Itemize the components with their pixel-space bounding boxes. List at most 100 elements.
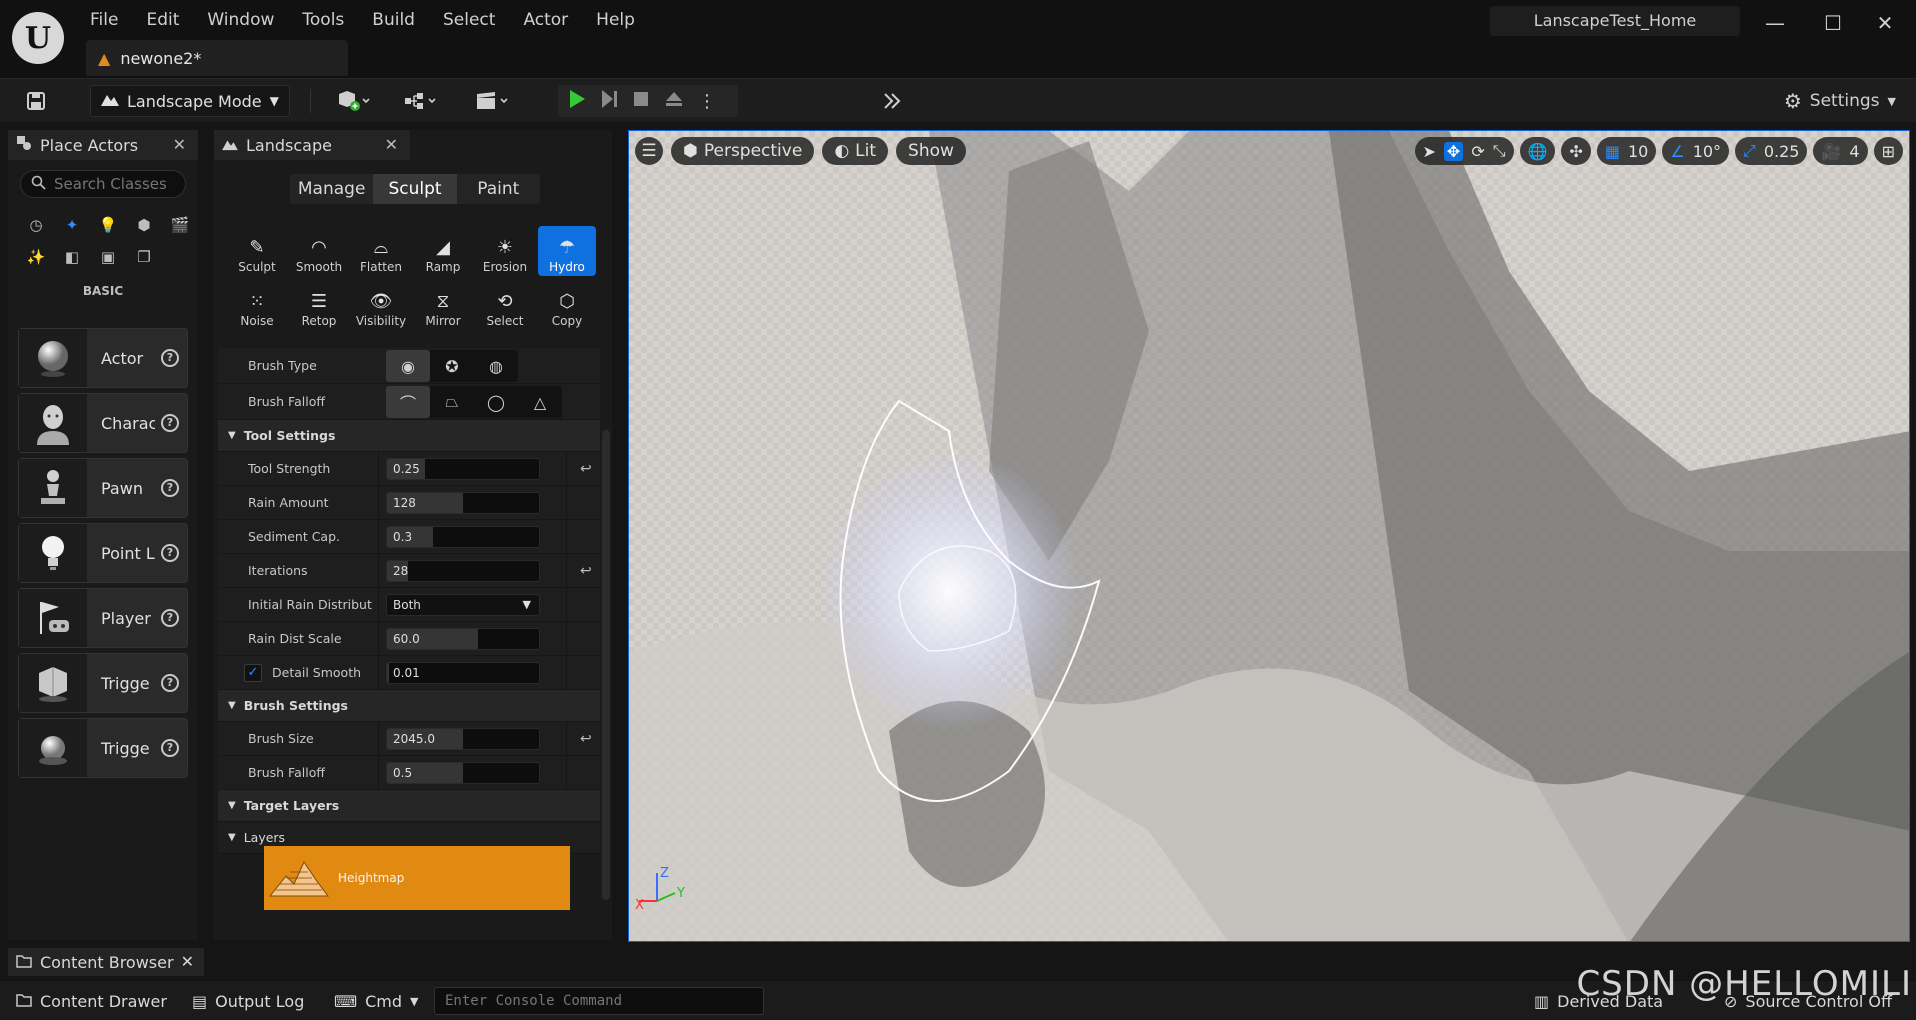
select-cursor-icon[interactable]: ➤ [1423,142,1436,161]
actor-item[interactable]: Pawn ? [18,458,188,518]
lit-button[interactable]: ◐ Lit [822,137,889,165]
spherical-falloff-icon[interactable]: ◯ [474,386,518,418]
menu-edit[interactable]: Edit [132,8,193,32]
property-value-field[interactable]: 2045.0 [386,727,540,750]
tool-sculpt[interactable]: ✎ Sculpt [228,226,286,276]
close-button[interactable]: ✕ [1870,10,1900,36]
console-command-input[interactable] [434,987,764,1015]
add-actor-icon[interactable] [330,85,378,117]
actor-item[interactable]: Actor ? [18,328,188,388]
basic-shapes-icon[interactable]: ✦ [58,212,86,238]
cmd-button[interactable]: ⌨ Cmd ▼ [334,987,418,1015]
step-icon[interactable] [600,89,618,113]
menu-tools[interactable]: Tools [288,8,358,32]
landscape-scrollbar[interactable] [602,430,610,900]
property-value-field[interactable]: 0.01 [386,661,540,684]
geometry-icon[interactable]: ◧ [58,244,86,270]
surface-snap-toggle[interactable]: ✣ [1561,137,1591,165]
document-tab[interactable]: ▲ newone2* [86,40,348,76]
cinematics-icon[interactable] [468,85,516,117]
mode-select[interactable]: Landscape Mode ▼ [90,85,290,117]
menu-file[interactable]: File [76,8,132,32]
help-icon[interactable]: ? [161,479,179,497]
shapes-icon[interactable]: ⬢ [130,212,158,238]
content-drawer-button[interactable]: Content Drawer [16,987,167,1015]
actor-item[interactable]: Player ? [18,588,188,648]
world-local-toggle[interactable]: 🌐 [1519,137,1556,165]
search-classes-input[interactable] [54,175,184,193]
viewport-menu-button[interactable]: ☰ [635,137,663,165]
visual-effects-icon[interactable]: ✨ [22,244,50,270]
all-classes-icon[interactable]: ❐ [130,244,158,270]
help-icon[interactable]: ? [161,544,179,562]
save-icon[interactable] [22,85,50,117]
grid-snap-control[interactable]: ▦ 10 [1596,137,1657,165]
maximize-button[interactable]: ☐ [1818,10,1848,36]
menu-help[interactable]: Help [582,8,649,32]
more-options-icon[interactable]: ⋮ [698,91,716,112]
linear-falloff-icon[interactable]: ⏢ [430,386,474,418]
menu-build[interactable]: Build [358,8,429,32]
property-value-field[interactable]: 0.25 [386,457,540,480]
tab-sculpt[interactable]: Sculpt [373,174,457,204]
tool-hydro[interactable]: ☂ Hydro [538,226,596,276]
tool-ramp[interactable]: ◢ Ramp [414,226,472,276]
blueprint-icon[interactable] [396,85,444,117]
actor-item[interactable]: Point L ? [18,523,188,583]
rotate-icon[interactable]: ⟳ [1471,142,1484,161]
tool-copy[interactable]: ⬡ Copy [538,280,596,330]
show-button[interactable]: Show [896,137,966,165]
close-icon[interactable]: ✕ [385,135,398,154]
help-icon[interactable]: ? [161,414,179,432]
pattern-brush-icon[interactable]: ◍ [474,350,518,382]
minimize-button[interactable]: — [1760,10,1790,36]
property-value-field[interactable]: 28 [386,559,540,582]
tab-manage[interactable]: Manage [290,174,373,204]
close-icon[interactable]: ✕ [181,952,194,971]
property-dropdown[interactable]: Both ▼ [386,593,540,616]
checkbox[interactable]: ✓ [244,663,262,682]
actor-item[interactable]: Charac ? [18,393,188,453]
level-viewport[interactable]: ☰ ⬢ Perspective ◐ Lit Show ➤ ✥ ⟳ ⤡ 🌐 ✣ ▦… [628,130,1910,942]
viewport-layout-button[interactable]: ⊞ [1873,137,1903,165]
reset-to-default-icon[interactable]: ↩ [580,563,592,579]
close-icon[interactable]: ✕ [173,135,186,154]
actor-item[interactable]: Trigge ? [18,653,188,713]
reset-to-default-icon[interactable]: ↩ [580,731,592,747]
expand-toolbar-icon[interactable] [880,85,904,117]
brush-settings-header[interactable]: ▼ Brush Settings [218,690,600,722]
place-actors-tab[interactable]: Place Actors ✕ [8,130,198,160]
target-layers-header[interactable]: ▼ Target Layers [218,790,600,822]
perspective-button[interactable]: ⬢ Perspective [671,137,815,165]
tool-retop[interactable]: ☰ Retop [290,280,348,330]
menu-actor[interactable]: Actor [509,8,582,32]
reset-to-default-icon[interactable]: ↩ [580,461,592,477]
camera-speed-control[interactable]: 🎥 4 [1813,137,1868,165]
scale-icon[interactable]: ⤡ [1493,141,1506,161]
tool-settings-header[interactable]: ▼ Tool Settings [218,420,600,452]
stop-icon[interactable] [632,90,650,112]
settings-button[interactable]: ⚙ Settings ▼ [1784,85,1896,117]
tool-mirror[interactable]: ⧖ Mirror [414,280,472,330]
volumes-icon[interactable]: ▣ [94,244,122,270]
tool-erosion[interactable]: ☀ Erosion [476,226,534,276]
landscape-tab[interactable]: Landscape ✕ [214,130,410,160]
rotation-snap-control[interactable]: ∠ 10° [1662,137,1730,165]
property-value-field[interactable]: 0.5 [386,761,540,784]
lights-icon[interactable]: 💡 [94,212,122,238]
content-browser-tab[interactable]: Content Browser ✕ [8,948,204,976]
property-value-field[interactable]: 128 [386,491,540,514]
tool-smooth[interactable]: ◠ Smooth [290,226,348,276]
heightmap-layer[interactable]: Heightmap [264,846,570,910]
tool-visibility[interactable]: 👁 Visibility [352,280,410,330]
circle-brush-icon[interactable]: ◉ [386,350,430,382]
menu-select[interactable]: Select [429,8,509,32]
tool-select[interactable]: ⟲ Select [476,280,534,330]
property-value-field[interactable]: 0.3 [386,525,540,548]
translate-icon[interactable]: ✥ [1443,141,1464,161]
play-icon[interactable] [568,89,586,113]
eject-icon[interactable] [664,90,684,112]
tool-flatten[interactable]: ⌓ Flatten [352,226,410,276]
help-icon[interactable]: ? [161,349,179,367]
actor-item[interactable]: Trigge ? [18,718,188,778]
